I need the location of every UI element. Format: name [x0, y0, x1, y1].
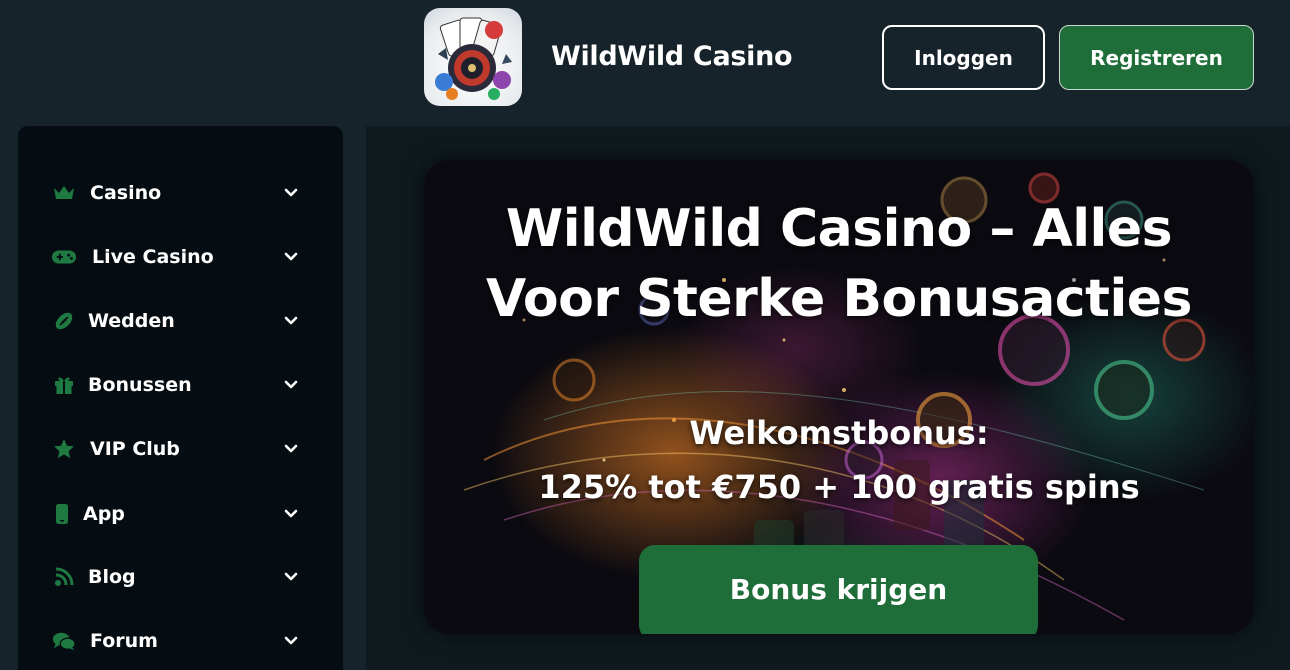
- casino-logo[interactable]: [424, 8, 522, 106]
- sidebar-item-forum[interactable]: Forum: [18, 618, 343, 664]
- star-icon: [52, 437, 76, 461]
- chevron-down-icon[interactable]: [282, 248, 300, 266]
- casino-logo-icon: [435, 17, 512, 100]
- gift-icon: [52, 373, 76, 397]
- sidebar-item-label: Blog: [88, 566, 136, 588]
- hero-title: WildWild Casino – Alles Voor Sterke Bonu…: [424, 194, 1254, 334]
- chevron-down-icon[interactable]: [282, 440, 300, 458]
- bonus-offer: 125% tot €750 + 100 gratis spins: [538, 468, 1140, 506]
- chevron-down-icon[interactable]: [282, 184, 300, 202]
- sidebar-item-blog[interactable]: Blog: [18, 554, 343, 600]
- sidebar-item-bonussen[interactable]: Bonussen: [18, 362, 343, 408]
- sidebar-item-label: Bonussen: [88, 374, 192, 396]
- sidebar-item-label: Wedden: [88, 310, 175, 332]
- site-header: WildWild Casino Inloggen Registreren: [0, 0, 1290, 126]
- brand-name[interactable]: WildWild Casino: [551, 40, 793, 74]
- chevron-down-icon[interactable]: [282, 505, 300, 523]
- register-button[interactable]: Registreren: [1059, 25, 1254, 90]
- blog-icon: [52, 565, 76, 589]
- sidebar-item-vip-club[interactable]: VIP Club: [18, 426, 343, 472]
- sidebar-item-wedden[interactable]: Wedden: [18, 298, 343, 344]
- chevron-down-icon[interactable]: [282, 632, 300, 650]
- sidebar-item-label: App: [83, 503, 125, 525]
- login-button[interactable]: Inloggen: [882, 25, 1045, 90]
- sidebar-item-label: Live Casino: [92, 246, 214, 268]
- sidebar-item-label: VIP Club: [90, 438, 180, 460]
- hero-title-line: Voor Sterke Bonusacties: [485, 269, 1193, 329]
- sidebar-item-label: Casino: [90, 182, 162, 204]
- gamepad-icon: [52, 245, 76, 269]
- chevron-down-icon[interactable]: [282, 568, 300, 586]
- sidebar-item-label: Forum: [90, 630, 158, 652]
- phone-icon: [50, 502, 74, 526]
- bonus-heading: Welkomstbonus:: [689, 414, 989, 452]
- sidebar-item-app[interactable]: App: [18, 491, 343, 537]
- get-bonus-button[interactable]: Bonus krijgen: [639, 545, 1038, 634]
- hero-title-line: WildWild Casino – Alles: [505, 199, 1173, 259]
- chevron-down-icon[interactable]: [282, 312, 300, 330]
- hero-bonus-text: Welkomstbonus: 125% tot €750 + 100 grati…: [424, 406, 1254, 514]
- chevron-down-icon[interactable]: [282, 376, 300, 394]
- chat-icon: [52, 629, 76, 653]
- sidebar-item-casino[interactable]: Casino: [18, 170, 343, 216]
- football-icon: [52, 309, 76, 333]
- hero-banner: WildWild Casino – Alles Voor Sterke Bonu…: [424, 160, 1254, 634]
- crown-icon: [52, 181, 76, 205]
- sidebar-nav: Casino Live Casino Wedden Bonussen VIP C…: [18, 126, 343, 670]
- sidebar-item-live-casino[interactable]: Live Casino: [18, 234, 343, 280]
